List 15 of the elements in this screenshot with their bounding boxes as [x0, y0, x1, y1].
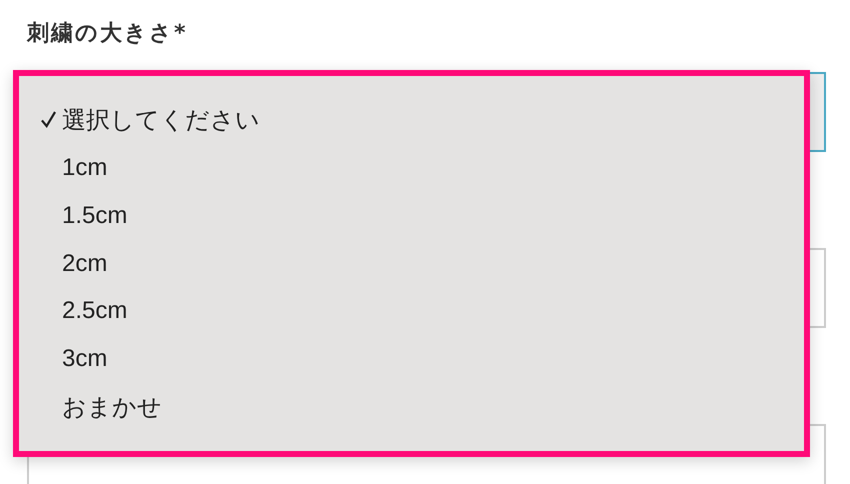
dropdown-option[interactable]: おまかせ: [19, 383, 804, 432]
option-label: 1cm: [62, 154, 108, 182]
option-label: 3cm: [62, 345, 108, 374]
dropdown-option[interactable]: 1.5cm: [19, 192, 804, 240]
option-label: 2.5cm: [62, 297, 128, 326]
dropdown-option[interactable]: 選択してください: [19, 96, 804, 144]
dropdown-option[interactable]: 2cm: [19, 240, 804, 288]
option-label: おまかせ: [62, 393, 162, 424]
dropdown-option[interactable]: 1cm: [19, 144, 804, 192]
dropdown-option[interactable]: 2.5cm: [19, 287, 804, 336]
dropdown-option[interactable]: 3cm: [19, 335, 804, 384]
field-label: 刺繍の大きさ*: [27, 20, 189, 48]
option-label: 2cm: [62, 250, 108, 278]
option-label: 1.5cm: [62, 202, 128, 230]
option-label: 選択してください: [62, 106, 260, 136]
